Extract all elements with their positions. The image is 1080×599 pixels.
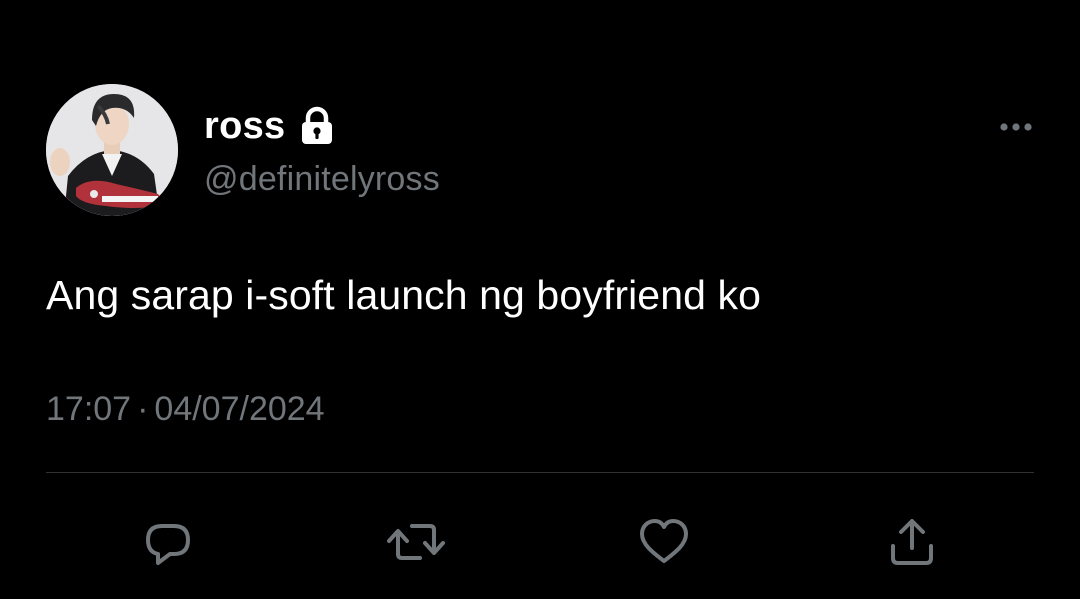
name-row: ross [204,104,335,148]
avatar-image [46,84,178,216]
lock-icon [299,106,335,146]
heart-icon [640,519,688,563]
action-bar [0,510,1080,574]
divider [46,472,1034,473]
user-handle[interactable]: @definitelyross [204,160,440,199]
tweet-date[interactable]: 04/07/2024 [154,390,324,428]
retweet-icon [387,524,445,560]
display-name[interactable]: ross [204,105,285,148]
like-button[interactable] [632,510,696,574]
retweet-button[interactable] [384,510,448,574]
tweet-time[interactable]: 17:07 [46,390,131,428]
reply-button[interactable] [136,510,200,574]
more-options-button[interactable] [992,110,1040,144]
share-button[interactable] [880,510,944,574]
meta-separator: · [137,390,149,428]
tweet-text: Ang sarap i-soft launch ng boyfriend ko [46,272,761,318]
tweet-meta: 17:07 · 04/07/2024 [46,390,325,429]
tweet-card: ross @definitelyross Ang sarap i-soft la… [0,0,1080,599]
avatar[interactable] [46,84,178,216]
more-icon [1000,123,1032,131]
reply-icon [146,524,190,565]
share-icon [891,519,933,565]
